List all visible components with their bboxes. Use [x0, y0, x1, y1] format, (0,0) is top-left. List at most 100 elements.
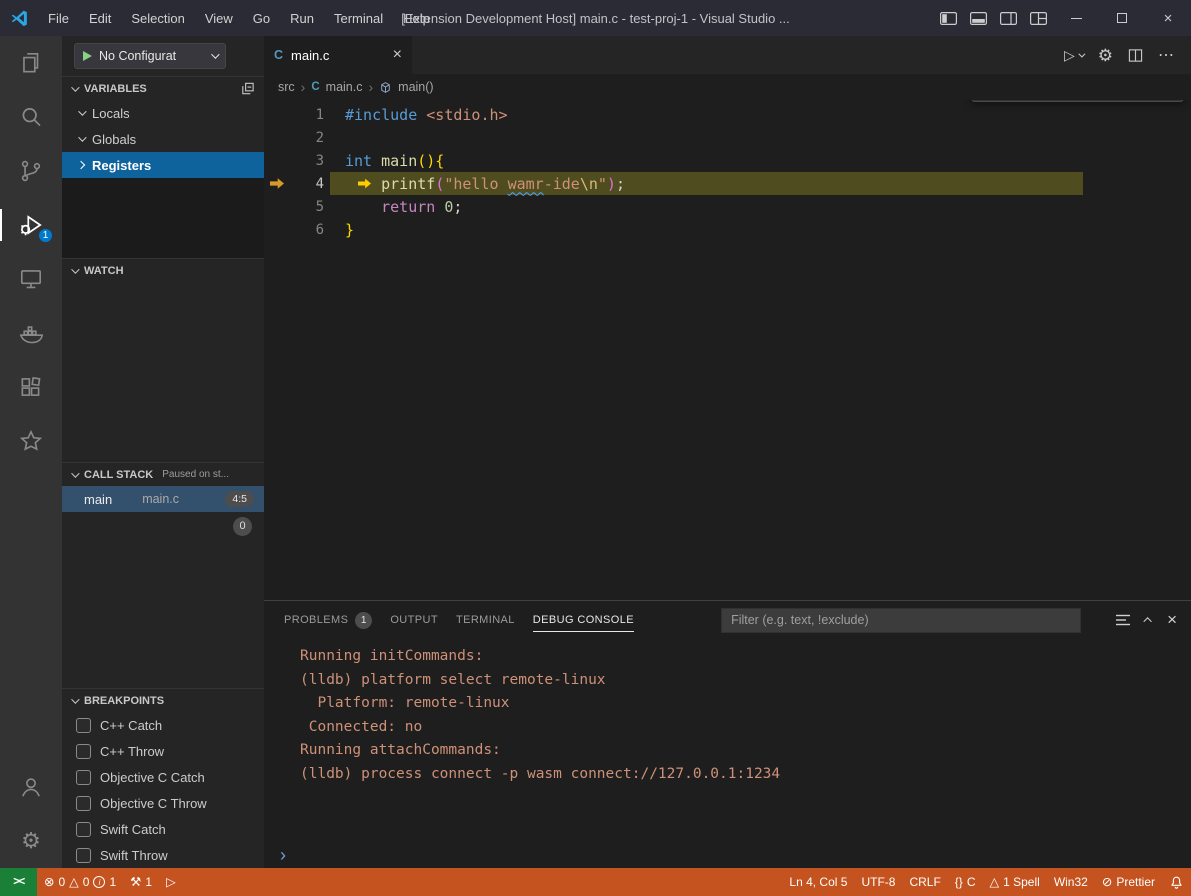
panel-tab-problems[interactable]: PROBLEMS1 — [284, 601, 372, 639]
spell-checker-status[interactable]: △ 1 Spell — [982, 868, 1046, 896]
checkbox-unchecked[interactable] — [76, 770, 91, 785]
menu-run[interactable]: Run — [280, 0, 324, 36]
line-number[interactable]: 3 — [290, 153, 324, 169]
toggle-panel-icon[interactable] — [963, 0, 993, 36]
tab-main-c[interactable]: C main.c × — [264, 36, 412, 74]
tab-bar: C main.c × ▷ ⚙ ⋯ — [264, 36, 1191, 74]
error-icon: ⊗ — [44, 876, 54, 889]
settings-gear-icon[interactable]: ⚙ — [0, 814, 62, 868]
line-number[interactable]: 1 — [290, 107, 324, 123]
split-editor-icon[interactable] — [1128, 48, 1143, 63]
breakpoint-swift-catch[interactable]: Swift Catch — [62, 816, 264, 842]
maximize-panel-icon[interactable] — [1143, 617, 1151, 625]
chevron-down-icon — [78, 133, 86, 141]
checkbox-unchecked[interactable] — [76, 848, 91, 863]
breadcrumb-symbol[interactable]: main() — [398, 80, 433, 94]
console-line: Running initCommands: — [300, 648, 1191, 672]
menu-selection[interactable]: Selection — [121, 0, 194, 36]
menu-file[interactable]: File — [38, 0, 79, 36]
panel-tab-debug-console[interactable]: DEBUG CONSOLE — [533, 601, 634, 639]
breadcrumb-file[interactable]: main.c — [326, 80, 363, 94]
eol-indicator[interactable]: CRLF — [902, 868, 947, 896]
extensions-icon[interactable] — [0, 360, 62, 414]
code-line-3[interactable]: 3int main(){ — [264, 149, 1191, 172]
breakpoint-label: Swift Throw — [100, 848, 168, 863]
toggle-secondary-sidebar-icon[interactable] — [993, 0, 1023, 36]
language-mode[interactable]: {} C — [948, 868, 983, 896]
maximize-button[interactable] — [1099, 0, 1145, 36]
run-and-debug-icon[interactable]: 1 — [0, 198, 62, 252]
symbol-method-icon — [379, 81, 392, 94]
checkbox-unchecked[interactable] — [76, 744, 91, 759]
panel-tab-output[interactable]: OUTPUT — [390, 601, 438, 639]
line-number[interactable]: 2 — [290, 130, 324, 146]
start-debugging-icon[interactable] — [83, 51, 92, 61]
breakpoint-c-throw[interactable]: C++ Throw — [62, 738, 264, 764]
call-stack-frame[interactable]: main main.c 4:5 — [62, 486, 264, 512]
panel-actions: × — [1115, 610, 1177, 630]
console-input-row[interactable]: › — [264, 842, 1191, 868]
toggle-sidebar-icon[interactable] — [933, 0, 963, 36]
line-number[interactable]: 6 — [290, 222, 324, 238]
call-stack-section-header[interactable]: CALL STACK Paused on st... — [62, 462, 264, 486]
breakpoints-section-header[interactable]: BREAKPOINTS — [62, 688, 264, 712]
breakpoint-gutter[interactable] — [264, 178, 290, 190]
close-panel-icon[interactable]: × — [1167, 610, 1177, 630]
line-number[interactable]: 5 — [290, 199, 324, 215]
run-file-button[interactable]: ▷ — [1064, 47, 1083, 64]
breakpoint-swift-throw[interactable]: Swift Throw — [62, 842, 264, 868]
watch-section-header[interactable]: WATCH — [62, 258, 264, 282]
menu-view[interactable]: View — [195, 0, 243, 36]
variables-item-registers[interactable]: Registers — [62, 152, 264, 178]
collapse-all-icon[interactable] — [240, 81, 255, 96]
formatter-status[interactable]: ⊘ Prettier — [1095, 868, 1162, 896]
notifications-bell-icon[interactable] — [1162, 868, 1191, 896]
code-line-2[interactable]: 2 — [264, 126, 1191, 149]
problems-status[interactable]: ⊗ 0 △ 0 i 1 — [37, 868, 123, 896]
breakpoint-objective-c-throw[interactable]: Objective C Throw — [62, 790, 264, 816]
platform-indicator[interactable]: Win32 — [1047, 868, 1095, 896]
remote-icon: >< — [13, 876, 23, 888]
search-icon[interactable] — [0, 90, 62, 144]
code-line-6[interactable]: 6} — [264, 218, 1191, 241]
more-actions-icon[interactable]: ⋯ — [1158, 45, 1175, 65]
accounts-icon[interactable] — [0, 760, 62, 814]
console-options-icon[interactable] — [1115, 613, 1131, 627]
panel-tab-terminal[interactable]: TERMINAL — [456, 601, 515, 639]
explorer-icon[interactable] — [0, 36, 62, 90]
remote-indicator[interactable]: >< — [0, 868, 37, 896]
minimize-button[interactable] — [1053, 0, 1099, 36]
star-icon[interactable] — [0, 414, 62, 468]
docker-icon[interactable] — [0, 306, 62, 360]
code-line-4[interactable]: 4 printf("hello wamr-ide\n"); — [264, 172, 1191, 195]
launch-config-dropdown[interactable]: No Configurat — [74, 43, 226, 69]
close-button[interactable]: × — [1145, 0, 1191, 36]
debug-settings-gear-icon[interactable]: ⚙ — [1098, 47, 1113, 64]
code-line-5[interactable]: 5 return 0; — [264, 195, 1191, 218]
menu-edit[interactable]: Edit — [79, 0, 121, 36]
console-filter-input[interactable] — [721, 608, 1081, 633]
breadcrumb[interactable]: src › C main.c › main() — [264, 74, 1191, 100]
menu-terminal[interactable]: Terminal — [324, 0, 393, 36]
encoding-indicator[interactable]: UTF-8 — [854, 868, 902, 896]
menu-go[interactable]: Go — [243, 0, 280, 36]
close-tab-icon[interactable]: × — [393, 46, 402, 64]
source-control-icon[interactable] — [0, 144, 62, 198]
variables-section-header[interactable]: VARIABLES — [62, 76, 264, 100]
tools-indicator[interactable]: ⚒ 1 — [123, 868, 159, 896]
breadcrumb-src[interactable]: src — [278, 80, 295, 94]
line-number[interactable]: 4 — [290, 176, 324, 192]
debug-status-icon[interactable]: ▷ — [159, 868, 183, 896]
breakpoint-objective-c-catch[interactable]: Objective C Catch — [62, 764, 264, 790]
breakpoint-c-catch[interactable]: C++ Catch — [62, 712, 264, 738]
variables-item-locals[interactable]: Locals — [62, 100, 264, 126]
code-line-1[interactable]: 1#include <stdio.h> — [264, 103, 1191, 126]
variables-item-globals[interactable]: Globals — [62, 126, 264, 152]
remote-explorer-icon[interactable] — [0, 252, 62, 306]
cursor-position[interactable]: Ln 4, Col 5 — [782, 868, 854, 896]
checkbox-unchecked[interactable] — [76, 822, 91, 837]
checkbox-unchecked[interactable] — [76, 718, 91, 733]
code-editor[interactable]: 1#include <stdio.h> 2 3int main(){4 printf… — [264, 100, 1191, 600]
checkbox-unchecked[interactable] — [76, 796, 91, 811]
customize-layout-icon[interactable] — [1023, 0, 1053, 36]
